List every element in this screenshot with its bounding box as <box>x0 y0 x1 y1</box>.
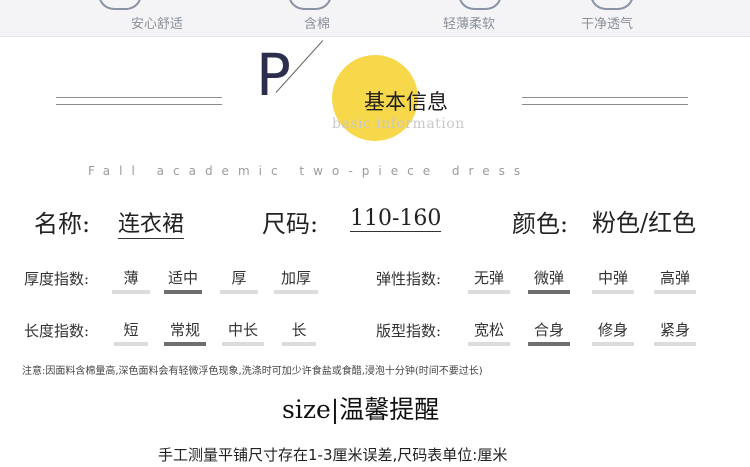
length-label: 长度指数: <box>24 322 90 340</box>
option-bar-selected <box>528 342 570 346</box>
thickness-option-selected: 适中 <box>164 267 202 294</box>
feature-comfort: 安心舒适 <box>130 17 183 32</box>
elasticity-option: 高弹 <box>654 267 696 294</box>
thickness-option: 加厚 <box>274 267 318 294</box>
length-option: 短 <box>114 319 148 346</box>
option-bar <box>592 342 634 346</box>
fit-option: 紧身 <box>654 319 696 346</box>
option-bar <box>468 290 510 294</box>
left-double-rule <box>56 97 222 105</box>
elasticity-label: 弹性指数: <box>376 270 442 288</box>
fit-option: 宽松 <box>468 319 510 346</box>
option-bar <box>274 290 318 294</box>
option-bar-selected <box>164 290 202 294</box>
option-bar <box>654 342 696 346</box>
elasticity-option: 无弹 <box>468 267 510 294</box>
option-bar-selected <box>528 290 570 294</box>
fit-label: 版型指数: <box>376 322 442 340</box>
color-label: 颜色: <box>512 210 569 238</box>
length-option: 长 <box>282 319 316 346</box>
fit-option: 修身 <box>592 319 634 346</box>
option-bar <box>112 290 150 294</box>
option-bar <box>282 342 316 346</box>
right-double-rule <box>522 97 688 105</box>
name-label: 名称: <box>34 210 91 238</box>
size-heading: size|温馨提醒 <box>282 390 439 426</box>
size-label: 尺码: <box>262 210 319 238</box>
feature-breathable: 干净透气 <box>580 17 633 32</box>
color-value: 粉色/红色 <box>592 209 697 237</box>
care-notice: 注意:因面料含棉量高,深色面料会有轻微浮色现象,洗涤时可加少许食盐或食醋,浸泡十… <box>22 366 483 377</box>
section-title: 基本信息 <box>364 90 448 114</box>
measurement-note: 手工测量平铺尺寸存在1-3厘米误差,尺码表单位:厘米 <box>158 446 508 464</box>
option-bar <box>114 342 148 346</box>
product-subtitle: Fall academic two-piece dress <box>88 164 530 178</box>
feature-lightweight: 轻薄柔软 <box>442 17 495 32</box>
size-heading-cn: 温馨提醒 <box>339 395 440 424</box>
elasticity-option-selected: 微弹 <box>528 267 570 294</box>
section-letter: P <box>256 41 291 109</box>
size-heading-en: size <box>282 395 331 424</box>
elasticity-option: 中弹 <box>592 267 634 294</box>
option-bar <box>592 290 634 294</box>
size-value: 110-160 <box>350 206 442 232</box>
feature-cotton: 含棉 <box>303 17 330 32</box>
option-bar <box>220 290 258 294</box>
option-bar <box>468 342 510 346</box>
name-value: 连衣裙 <box>118 206 185 239</box>
option-bar-selected <box>164 342 206 346</box>
thickness-label: 厚度指数: <box>24 270 90 288</box>
fit-option-selected: 合身 <box>528 319 570 346</box>
option-bar <box>222 342 264 346</box>
thickness-option: 薄 <box>112 267 150 294</box>
thickness-option: 厚 <box>220 267 258 294</box>
size-heading-divider: | <box>330 395 340 424</box>
length-option-selected: 常规 <box>164 319 206 346</box>
option-bar <box>654 290 696 294</box>
section-title-en: basic information <box>332 116 465 132</box>
length-option: 中长 <box>222 319 264 346</box>
